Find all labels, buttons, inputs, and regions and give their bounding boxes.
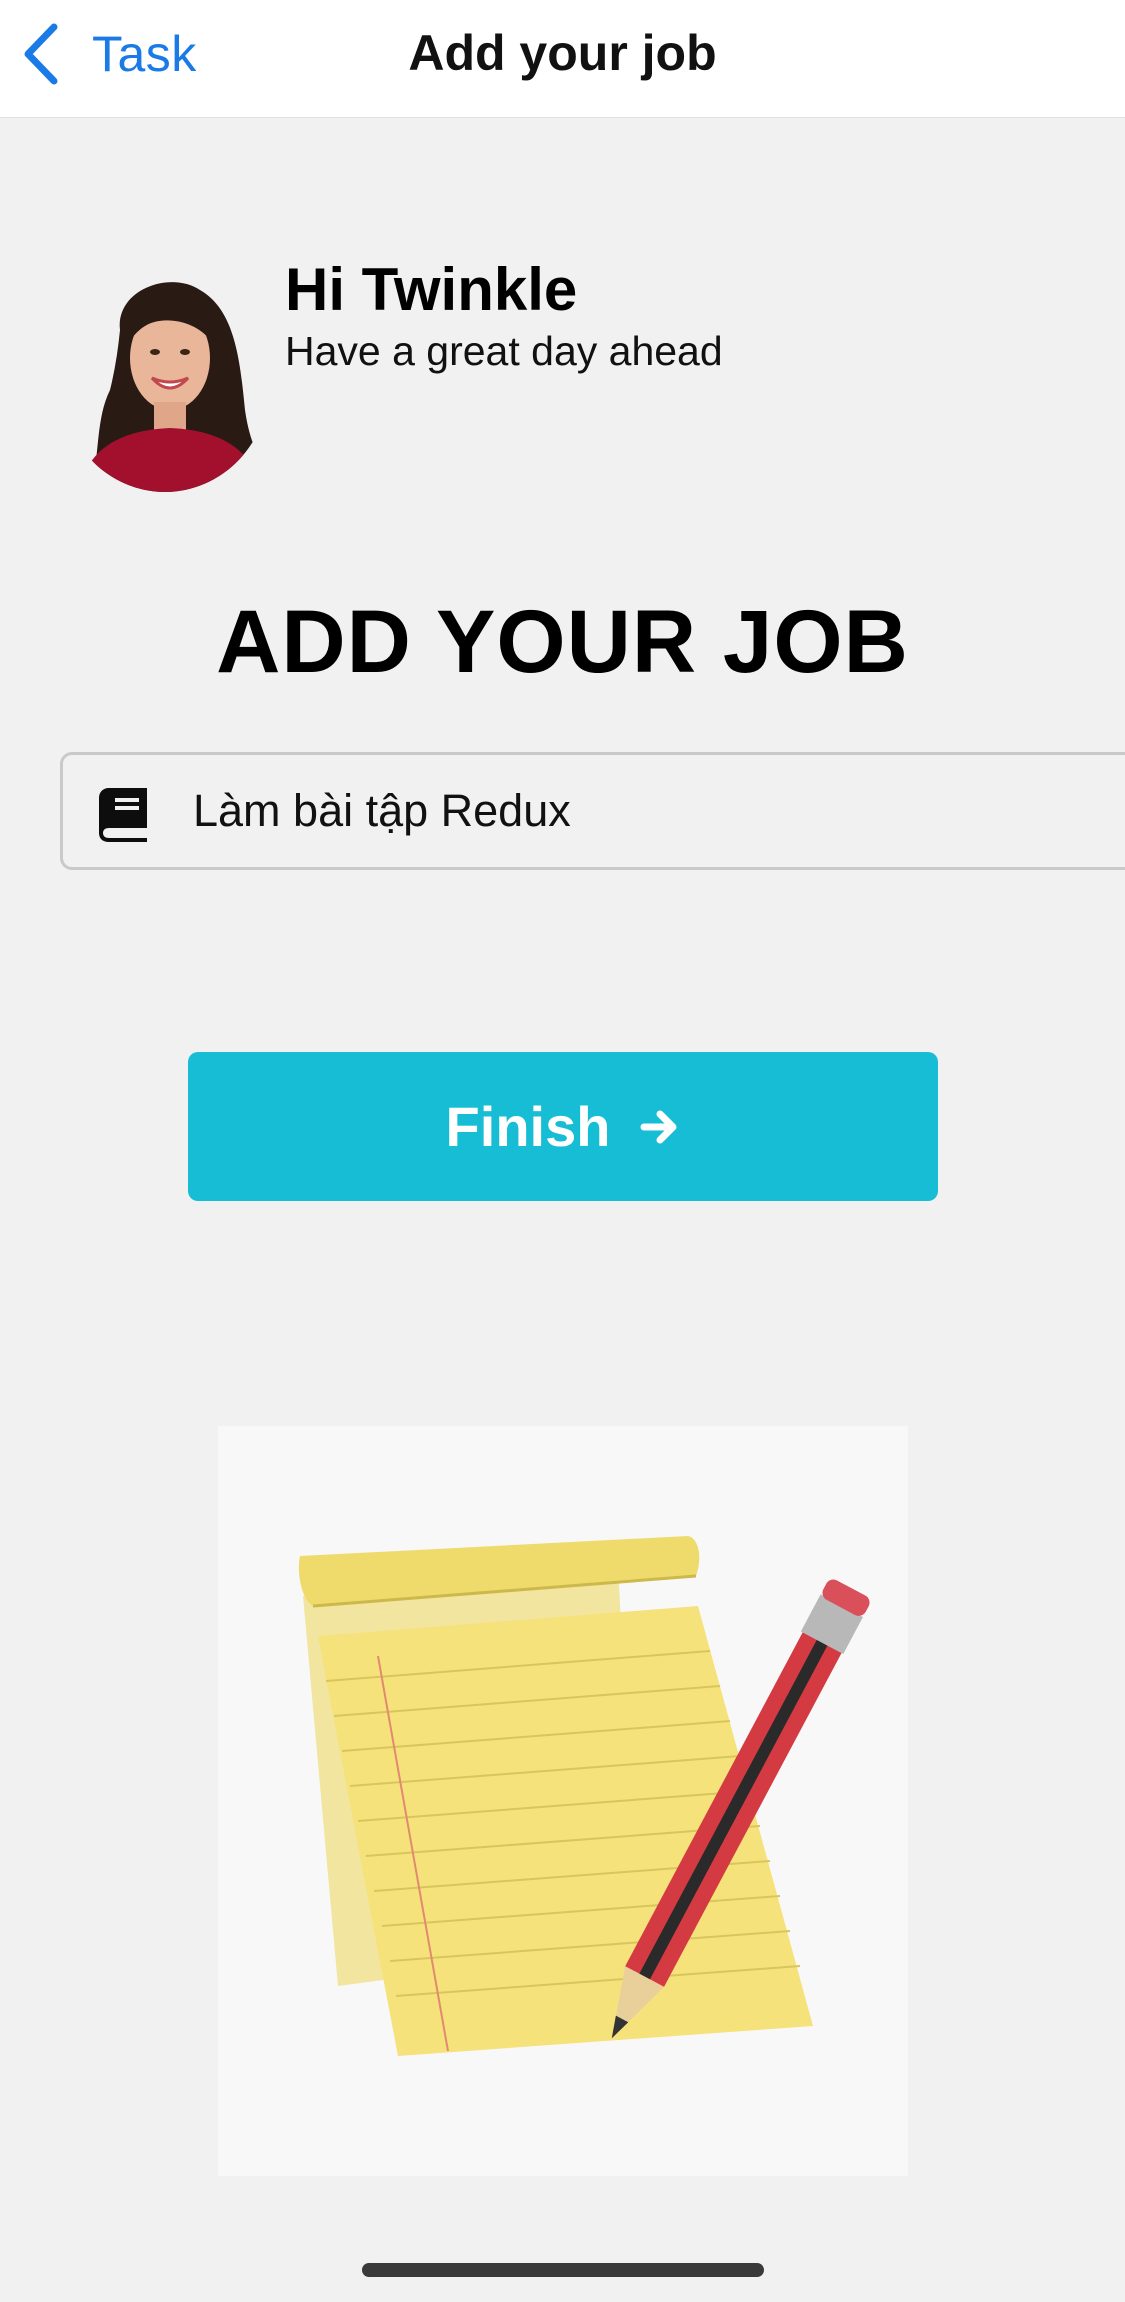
page-title: Add your job (408, 25, 717, 81)
job-field (60, 752, 1125, 870)
finish-button[interactable]: Finish (188, 1052, 938, 1201)
job-input[interactable] (193, 755, 1093, 867)
avatar (60, 270, 270, 492)
finish-button-label: Finish (445, 1095, 611, 1158)
home-indicator (362, 2263, 764, 2277)
greeting-subtitle: Have a great day ahead (285, 328, 723, 374)
arrow-right-icon (638, 1106, 680, 1148)
navigation-bar: Task Add your job (0, 0, 1125, 118)
greeting-name: Hi Twinkle (285, 256, 578, 323)
book-icon (95, 784, 153, 842)
add-job-heading: ADD YOUR JOB (216, 591, 909, 691)
notepad-pencil-icon (218, 1426, 908, 2176)
